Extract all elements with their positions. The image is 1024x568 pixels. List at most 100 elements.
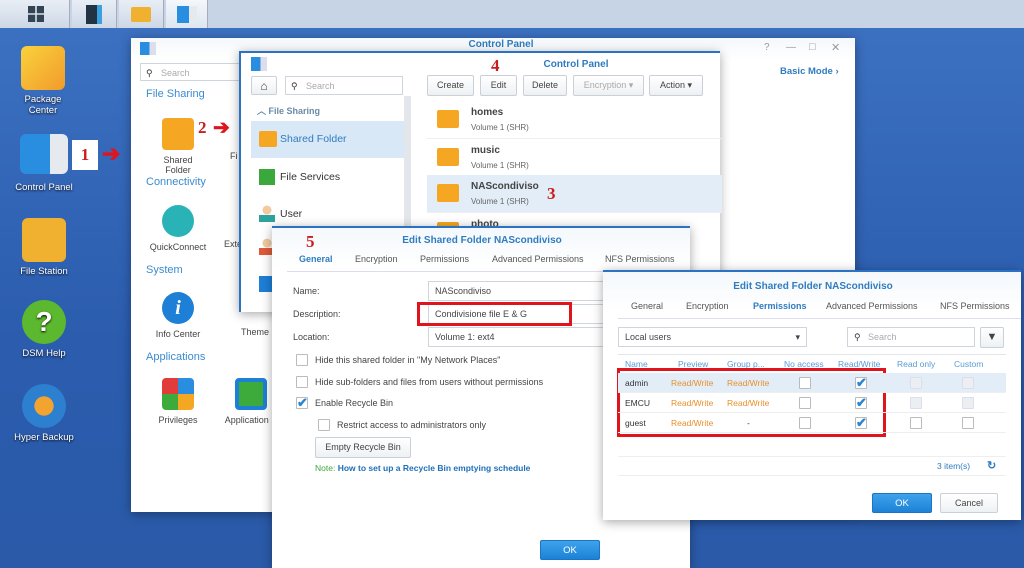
read-write-checkbox[interactable]: ✔ <box>855 396 867 409</box>
search-input[interactable]: ⚲ Search <box>140 63 246 81</box>
read-write-checkbox[interactable]: ✔ <box>855 415 867 430</box>
ok-button[interactable]: OK <box>540 540 600 560</box>
empty-recycle-bin-button[interactable]: Empty Recycle Bin <box>315 437 411 458</box>
desktop-icon-package-center[interactable]: Package Center <box>0 46 88 116</box>
column-read-only[interactable]: Read only <box>897 359 935 369</box>
desktop-icon-dsm-help[interactable]: ? DSM Help <box>0 300 89 359</box>
shared-folder-icon <box>162 118 194 150</box>
chevron-right-icon: › <box>835 66 839 77</box>
taskbar-app-dsm[interactable] <box>72 0 117 28</box>
maximize-button[interactable]: □ <box>809 41 816 53</box>
ok-button[interactable]: OK <box>872 493 932 513</box>
home-icon: ⌂ <box>260 79 268 93</box>
permission-row[interactable]: guest Read/Write - ✔ <box>618 413 1006 433</box>
tab-encryption[interactable]: Encryption <box>355 254 398 264</box>
shared-folder-icon <box>259 131 277 147</box>
application-portal-icon <box>235 378 267 410</box>
desktop-icon-hyper-backup[interactable]: Hyper Backup <box>0 384 89 443</box>
icon-label: Hyper Backup <box>14 432 74 443</box>
user-type-dropdown[interactable]: Local users ▾ <box>618 327 807 347</box>
nav-section-file-sharing[interactable]: ︿ File Sharing <box>257 104 320 117</box>
custom-checkbox[interactable] <box>962 417 974 429</box>
window-title: Control Panel <box>543 59 609 70</box>
name-label: Name: <box>293 286 320 296</box>
nav-item-file-services[interactable]: File Services <box>251 163 405 193</box>
folder-volume: Volume 1 (SHR) <box>471 161 529 170</box>
folder-name: NAScondiviso <box>471 181 539 192</box>
recycle-schedule-link[interactable]: How to set up a Recycle Bin emptying sch… <box>338 463 531 473</box>
no-access-checkbox[interactable] <box>799 417 811 429</box>
folder-search-icon <box>131 7 151 22</box>
tab-permissions[interactable]: Permissions <box>753 301 807 311</box>
basic-mode-label: Basic Mode <box>780 66 833 77</box>
item-quickconnect[interactable]: QuickConnect <box>143 205 213 252</box>
tab-permissions[interactable]: Permissions <box>420 254 469 264</box>
tab-general[interactable]: General <box>299 254 333 264</box>
preview-permission: Read/Write <box>671 378 714 388</box>
restrict-admin-checkbox[interactable] <box>318 419 330 431</box>
permission-row[interactable]: admin Read/Write Read/Write ✔ <box>618 373 1006 393</box>
search-icon: ⚲ <box>146 68 153 78</box>
read-only-checkbox[interactable] <box>910 377 922 389</box>
column-custom[interactable]: Custom <box>954 359 983 369</box>
tab-nfs-permissions[interactable]: NFS Permissions <box>940 301 1010 311</box>
tab-bar: General Encryption Permissions Advanced … <box>618 301 1021 319</box>
step-2-label: 2 <box>198 118 207 137</box>
folder-row-music[interactable]: music Volume 1 (SHR) <box>427 138 722 175</box>
basic-mode-link[interactable]: Basic Mode › <box>780 66 839 77</box>
group-permission: Read/Write <box>727 398 770 408</box>
item-file-services-partial[interactable]: Fi <box>230 151 238 161</box>
cancel-button[interactable]: Cancel <box>940 493 998 513</box>
folder-volume: Volume 1 (SHR) <box>471 197 529 206</box>
custom-checkbox[interactable] <box>962 397 974 409</box>
create-button[interactable]: Create <box>427 75 474 96</box>
user-search-input[interactable]: ⚲ Search <box>847 327 975 347</box>
nav-item-shared-folder[interactable]: Shared Folder <box>251 121 405 158</box>
tab-encryption[interactable]: Encryption <box>686 301 729 311</box>
edit-button[interactable]: Edit <box>480 75 517 96</box>
no-access-checkbox[interactable] <box>799 397 811 409</box>
folder-name: homes <box>471 107 504 118</box>
hide-folder-checkbox[interactable] <box>296 354 308 366</box>
taskbar-app-control-panel[interactable] <box>166 0 208 28</box>
read-only-checkbox[interactable] <box>910 417 922 429</box>
close-button[interactable]: ✕ <box>831 41 840 54</box>
location-select[interactable]: Volume 1: ext4 <box>428 327 608 347</box>
tab-nfs-permissions[interactable]: NFS Permissions <box>605 254 675 264</box>
folder-row-nascondiviso[interactable]: NAScondiviso Volume 1 (SHR) <box>427 175 722 212</box>
item-theme-partial[interactable]: Theme <box>241 327 269 337</box>
caret-down-icon: ▾ <box>687 80 693 90</box>
read-only-checkbox[interactable] <box>910 397 922 409</box>
minimize-button[interactable]: — <box>786 42 796 53</box>
hide-subfolders-checkbox[interactable] <box>296 376 308 388</box>
action-dropdown[interactable]: Action ▾ <box>649 75 703 96</box>
help-button[interactable]: ? <box>764 42 770 53</box>
no-access-checkbox[interactable] <box>799 377 811 389</box>
tab-advanced-permissions[interactable]: Advanced Permissions <box>492 254 584 264</box>
checkmark-icon: ✔ <box>856 415 867 430</box>
note: Note: How to set up a Recycle Bin emptyi… <box>315 463 530 473</box>
taskbar-app-file-station[interactable] <box>119 0 164 28</box>
read-write-checkbox[interactable]: ✔ <box>855 376 867 389</box>
user-name: guest <box>625 418 646 428</box>
delete-button[interactable]: Delete <box>523 75 567 96</box>
permission-row[interactable]: EMCU Read/Write Read/Write ✔ <box>618 393 1006 413</box>
refresh-icon[interactable]: ↻ <box>987 459 996 472</box>
item-privileges[interactable]: Privileges <box>143 378 213 425</box>
name-input[interactable]: NAScondiviso <box>428 281 608 301</box>
taskbar <box>0 0 1024 28</box>
main-menu-button[interactable] <box>0 0 70 28</box>
custom-checkbox[interactable] <box>962 377 974 389</box>
item-info-center[interactable]: i Info Center <box>143 292 213 339</box>
filter-button[interactable]: ▼ <box>980 327 1004 348</box>
tab-advanced-permissions[interactable]: Advanced Permissions <box>826 301 918 311</box>
enable-recycle-bin-checkbox[interactable]: ✔ <box>296 396 308 409</box>
home-button[interactable]: ⌂ <box>251 76 277 95</box>
category-connectivity: Connectivity <box>146 176 206 188</box>
nav-search-input[interactable]: ⚲ Search <box>285 76 403 95</box>
nav-label: Shared Folder <box>280 133 347 145</box>
desktop-icon-file-station[interactable]: File Station <box>0 218 89 277</box>
folder-row-homes[interactable]: homes Volume 1 (SHR) <box>427 101 722 138</box>
encryption-dropdown[interactable]: Encryption ▾ <box>573 75 644 96</box>
tab-general[interactable]: General <box>631 301 663 311</box>
